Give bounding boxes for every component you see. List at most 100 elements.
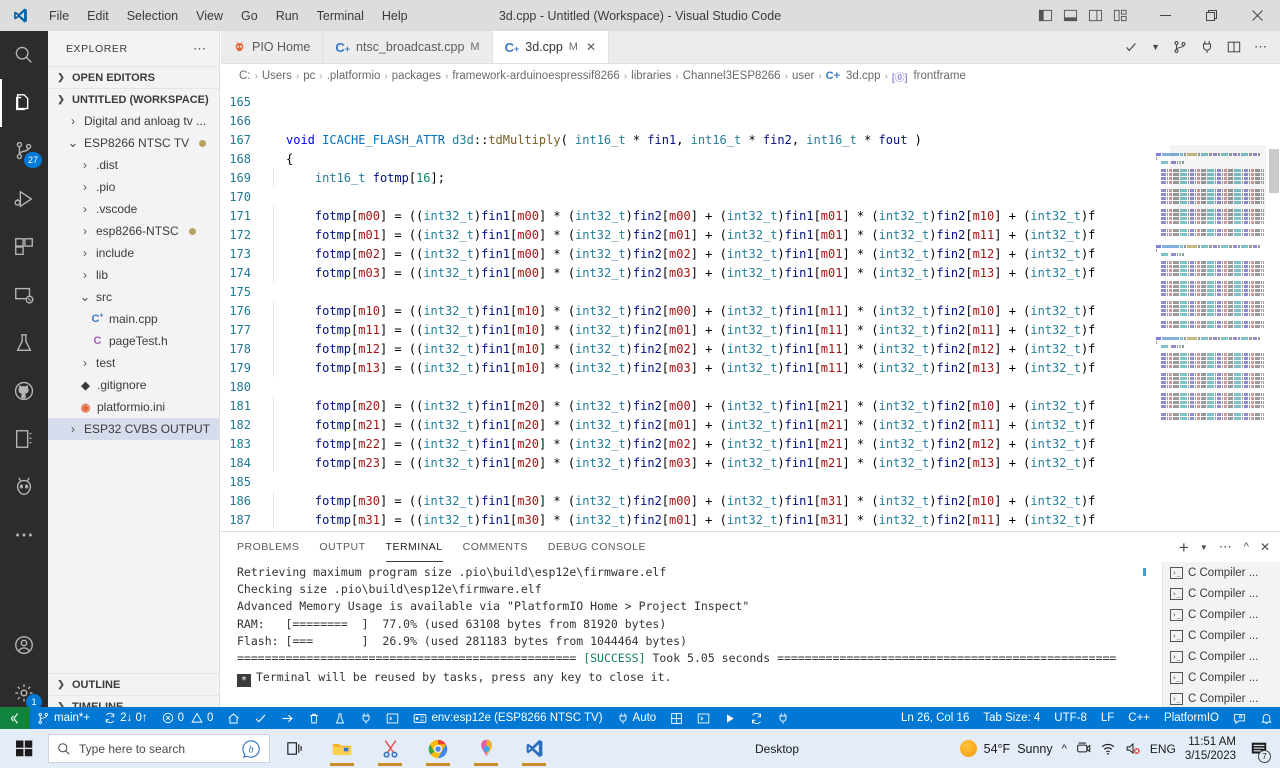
taskbar-edge-canary[interactable] (462, 729, 510, 768)
tree-item-main-cpp[interactable]: C+main.cpp (48, 308, 219, 330)
breadcrumb-segment[interactable]: .platformio (327, 70, 381, 82)
chevron-down-icon[interactable]: ▼ (1200, 543, 1208, 552)
code-line[interactable]: 175 (221, 282, 1280, 301)
status-pio-home[interactable] (220, 707, 247, 729)
tree-item-platformio-ini[interactable]: ◉platformio.ini (48, 396, 219, 418)
status-send-feedback[interactable] (1226, 707, 1253, 729)
ellipsis-icon[interactable]: ⋯ (1254, 39, 1268, 55)
windows-start-icon[interactable] (0, 729, 48, 768)
code-line[interactable]: 165 (221, 92, 1280, 111)
panel-tab-terminal[interactable]: TERMINAL (386, 532, 443, 562)
activitybar-item-notebook[interactable] (0, 415, 48, 463)
activitybar-item-search[interactable] (0, 31, 48, 79)
activitybar-item-remote-explorer[interactable] (0, 271, 48, 319)
code-editor[interactable]: 165166167void ICACHE_FLASH_ATTR d3d::tdM… (221, 88, 1280, 531)
serial-monitor-icon[interactable] (1200, 40, 1214, 54)
status-pio-intellisense[interactable] (663, 707, 690, 729)
status-branch[interactable]: main*+ (30, 707, 97, 729)
sidebar-section-workspace[interactable]: ❯ UNTITLED (WORKSPACE) (48, 88, 219, 110)
taskbar-snipping-tool[interactable] (366, 729, 414, 768)
minimize-icon[interactable] (1142, 0, 1188, 31)
code-line[interactable]: 178 fotmp[m12] = ((int32_t)fin1[m10] * (… (221, 339, 1280, 358)
taskbar-notification-center[interactable]: 7 (1245, 729, 1272, 768)
tree-item-esp8266-ntsc-tv[interactable]: ⌄ESP8266 NTSC TV (48, 132, 219, 154)
taskbar-desktop-label[interactable]: Desktop (755, 742, 799, 756)
menu-go[interactable]: Go (232, 5, 267, 27)
activitybar-item-extensions[interactable] (0, 223, 48, 271)
activitybar-item-testing[interactable] (0, 319, 48, 367)
sidebar-section-open-editors[interactable]: ❯ OPEN EDITORS (48, 66, 219, 88)
status-problems[interactable]: 0 0 (155, 707, 221, 729)
panel-tab-problems[interactable]: PROBLEMS (237, 532, 299, 562)
taskbar-visual-studio-code[interactable] (510, 729, 558, 768)
close-icon[interactable]: ✕ (586, 40, 596, 54)
toggle-panel-icon[interactable] (1063, 8, 1078, 23)
activitybar-item-more-views[interactable] (0, 511, 48, 559)
breadcrumb-segment[interactable]: user (792, 70, 814, 82)
terminal-list[interactable]: ›_C Compiler ...›_C Compiler ...›_C Comp… (1162, 562, 1280, 717)
panel-tab-output[interactable]: OUTPUT (319, 532, 365, 562)
tree-item-digital-and-anloag-tv[interactable]: ›Digital and anloag tv ... (48, 110, 219, 132)
code-line[interactable]: 169 int16_t fotmp[16]; (221, 168, 1280, 187)
code-line[interactable]: 166 (221, 111, 1280, 130)
code-line[interactable]: 172 fotmp[m01] = ((int32_t)fin1[m00] * (… (221, 225, 1280, 244)
terminal-list-item[interactable]: ›_C Compiler ... (1163, 667, 1280, 688)
code-line[interactable]: 179 fotmp[m13] = ((int32_t)fin1[m10] * (… (221, 358, 1280, 377)
status-tab-size[interactable]: Tab Size: 4 (976, 707, 1047, 729)
taskbar-language[interactable]: ENG (1150, 742, 1176, 756)
code-line[interactable]: 181 fotmp[m20] = ((int32_t)fin1[m20] * (… (221, 396, 1280, 415)
network-icon[interactable] (1100, 741, 1116, 756)
code-line[interactable]: 184 fotmp[m23] = ((int32_t)fin1[m20] * (… (221, 453, 1280, 472)
tab-pio-home[interactable]: PIO Home (221, 31, 323, 63)
code-line[interactable]: 173 fotmp[m02] = ((int32_t)fin1[m00] * (… (221, 244, 1280, 263)
code-line[interactable]: 182 fotmp[m21] = ((int32_t)fin1[m20] * (… (221, 415, 1280, 434)
status-serial-plug[interactable] (770, 707, 796, 729)
status-cursor-position[interactable]: Ln 26, Col 16 (894, 707, 976, 729)
tray-overflow-chevron-up-icon[interactable]: ^ (1062, 743, 1067, 755)
terminal-list-item[interactable]: ›_C Compiler ... (1163, 583, 1280, 604)
code-line[interactable]: 171 fotmp[m00] = ((int32_t)fin1[m00] * (… (221, 206, 1280, 225)
status-restart[interactable] (743, 707, 770, 729)
breadcrumb[interactable]: C:›Users›pc›.platformio›packages›framewo… (221, 64, 1280, 88)
code-line[interactable]: 187 fotmp[m31] = ((int32_t)fin1[m30] * (… (221, 510, 1280, 529)
activitybar-item-explorer[interactable] (0, 79, 48, 127)
menu-view[interactable]: View (187, 5, 232, 27)
tree-item-gitignore[interactable]: ◆.gitignore (48, 374, 219, 396)
tree-item-test[interactable]: ›test (48, 352, 219, 374)
toggle-primary-sidebar-icon[interactable] (1038, 8, 1053, 23)
status-pio-autobuild[interactable]: Auto (610, 707, 664, 729)
status-pio-env[interactable]: env:esp12e (ESP8266 NTSC TV) (406, 707, 609, 729)
editor-scrollbar[interactable] (1266, 145, 1280, 531)
terminal-list-item[interactable]: ›_C Compiler ... (1163, 688, 1280, 709)
sidebar-more-icon[interactable]: ⋯ (193, 41, 207, 57)
status-notifications[interactable] (1253, 707, 1280, 729)
terminal-list-item[interactable]: ›_C Compiler ... (1163, 625, 1280, 646)
breadcrumb-segment[interactable]: C: (239, 70, 251, 82)
minimap-viewport[interactable] (1170, 145, 1280, 217)
taskbar-search-box[interactable]: Type here to search b (48, 734, 270, 763)
taskbar-clock[interactable]: 11:51 AM 3/15/2023 (1185, 735, 1236, 763)
activitybar-item-github[interactable] (0, 367, 48, 415)
source-control-icon[interactable] (1173, 40, 1187, 54)
code-line[interactable]: 183 fotmp[m22] = ((int32_t)fin1[m20] * (… (221, 434, 1280, 453)
taskbar-task-view[interactable] (270, 729, 318, 768)
activitybar-item-accounts[interactable] (0, 621, 48, 669)
restore-icon[interactable] (1188, 0, 1234, 31)
status-language-mode[interactable]: C++ (1121, 707, 1157, 729)
camera-icon[interactable] (1076, 741, 1091, 756)
tree-item-include[interactable]: ›include (48, 242, 219, 264)
code-line[interactable]: 167void ICACHE_FLASH_ATTR d3d::tdMultipl… (221, 130, 1280, 149)
taskbar-weather[interactable]: 54°F Sunny (960, 740, 1053, 757)
status-pio-upload[interactable] (274, 707, 301, 729)
status-pio-terminal2[interactable] (690, 707, 717, 729)
menu-bar[interactable]: File Edit Selection View Go Run Terminal… (40, 5, 417, 27)
status-encoding[interactable]: UTF-8 (1047, 707, 1094, 729)
activitybar-item-run-and-debug[interactable] (0, 175, 48, 223)
add-terminal-icon[interactable]: + (1179, 539, 1189, 556)
breadcrumb-segment[interactable]: packages (392, 70, 441, 82)
terminal-list-item[interactable]: ›_C Compiler ... (1163, 562, 1280, 583)
status-pio-new-terminal[interactable] (379, 707, 406, 729)
tree-item-dist[interactable]: ›.dist (48, 154, 219, 176)
toggle-secondary-sidebar-icon[interactable] (1088, 8, 1103, 23)
status-pio-clean[interactable] (301, 707, 327, 729)
